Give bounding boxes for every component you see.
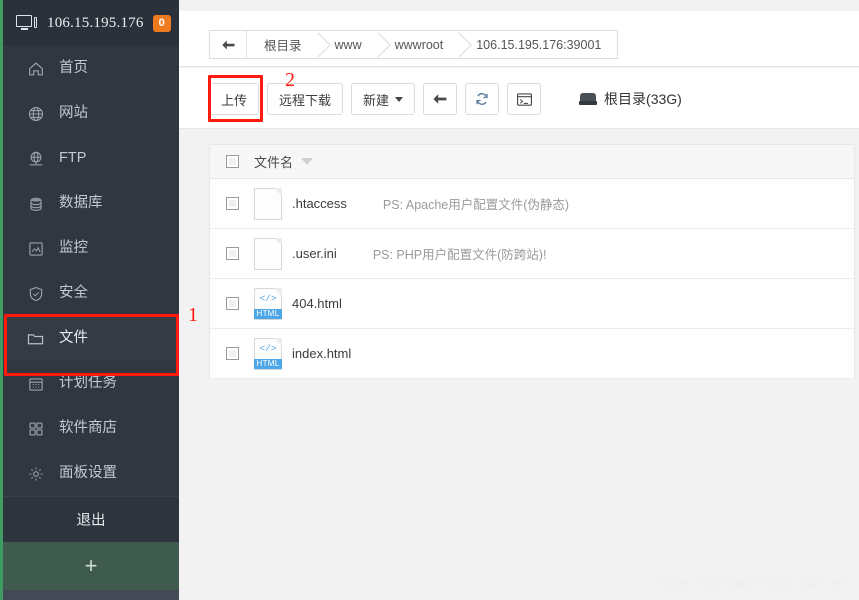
sidebar: 106.15.195.176 0 首页 网站 FTP 数据库 监控 安全 文件 …: [0, 0, 179, 600]
sidebar-item-label: FTP: [59, 150, 87, 167]
row-checkbox-cell[interactable]: [210, 297, 254, 310]
ftp-icon: [25, 148, 46, 169]
calendar-icon: [25, 373, 46, 394]
disk-usage-label: 根目录(33G): [579, 89, 682, 109]
sidebar-item-label: 面板设置: [59, 465, 117, 482]
host-address: 106.15.195.176: [47, 14, 144, 31]
remote-download-button[interactable]: 远程下载: [267, 83, 344, 115]
file-note: PS: Apache用户配置文件(伪静态): [382, 198, 570, 212]
disk-icon: [579, 92, 598, 106]
shield-icon: [25, 283, 46, 304]
html-file-icon-badge: HTML: [254, 358, 282, 369]
sidebar-item-app-store[interactable]: 软件商店: [3, 406, 179, 451]
sidebar-item-label: 计划任务: [59, 375, 117, 392]
chevron-down-icon: [395, 96, 404, 102]
sidebar-item-panel-settings[interactable]: 面板设置: [3, 451, 179, 496]
breadcrumb-bar: 根目录 www wwwroot 106.15.195.176:39001: [179, 11, 859, 67]
upload-button-label: 上传: [221, 92, 248, 108]
new-button[interactable]: 新建: [351, 83, 416, 115]
upload-button[interactable]: 上传: [209, 83, 260, 115]
row-checkbox-cell[interactable]: [210, 197, 254, 210]
table-row[interactable]: .user.ini PS: PHP用户配置文件(防跨站)!: [210, 229, 854, 279]
back-button[interactable]: [423, 83, 458, 115]
plus-icon: +: [84, 553, 98, 578]
sidebar-item-label: 安全: [59, 285, 88, 302]
refresh-button[interactable]: [465, 83, 500, 115]
breadcrumb-back-button[interactable]: [210, 31, 247, 58]
row-checkbox-cell[interactable]: [210, 347, 254, 360]
table-row[interactable]: </> HTML 404.html: [210, 279, 854, 329]
file-name[interactable]: 404.html: [292, 296, 342, 311]
row-checkbox[interactable]: [225, 297, 239, 310]
sidebar-footer-filler: [3, 590, 179, 600]
sidebar-item-label: 文件: [59, 330, 88, 347]
column-header-filename-label: 文件名: [254, 155, 294, 170]
blank-file-icon: [254, 187, 282, 220]
sidebar-item-label: 网站: [59, 105, 88, 122]
sidebar-item-cron[interactable]: 计划任务: [3, 361, 179, 406]
arrow-left-icon: [221, 40, 234, 49]
logout-button[interactable]: 退出: [3, 496, 179, 542]
arrow-left-icon: [433, 94, 447, 104]
breadcrumb-item-root[interactable]: 根目录: [247, 31, 318, 58]
add-button[interactable]: +: [3, 542, 179, 590]
sidebar-item-ftp[interactable]: FTP: [3, 136, 179, 181]
folder-icon: [25, 328, 46, 349]
home-icon: [25, 58, 46, 79]
html-file-icon-code: </>: [259, 342, 277, 354]
select-all-checkbox-cell[interactable]: [210, 155, 254, 168]
html-file-icon-code: </>: [259, 292, 277, 304]
sidebar-item-label: 首页: [59, 60, 88, 77]
table-row[interactable]: </> HTML index.html: [210, 329, 854, 379]
chart-monitor-icon: [25, 238, 46, 259]
sidebar-item-website[interactable]: 网站: [3, 91, 179, 136]
database-icon: [25, 193, 46, 214]
file-note: PS: PHP用户配置文件(防跨站)!: [372, 248, 547, 262]
sidebar-item-monitor[interactable]: 监控: [3, 226, 179, 271]
terminal-icon: [516, 92, 532, 106]
file-list-header: 文件名: [210, 145, 854, 179]
row-checkbox-cell[interactable]: [210, 247, 254, 260]
select-all-checkbox[interactable]: [225, 155, 239, 168]
host-notification-badge[interactable]: 0: [152, 14, 171, 32]
sidebar-item-database[interactable]: 数据库: [3, 181, 179, 226]
file-name[interactable]: .user.ini: [292, 246, 337, 261]
row-checkbox[interactable]: [225, 197, 239, 210]
sidebar-item-home[interactable]: 首页: [3, 46, 179, 91]
sidebar-item-label: 数据库: [59, 195, 103, 212]
file-name[interactable]: index.html: [292, 346, 351, 361]
html-file-icon: </> HTML: [254, 337, 282, 370]
main-content: 根目录 www wwwroot 106.15.195.176:39001 上传 …: [179, 0, 859, 600]
grid-apps-icon: [25, 418, 46, 439]
disk-usage-text: 根目录(33G): [604, 91, 682, 107]
sidebar-item-label: 软件商店: [59, 420, 117, 437]
table-row[interactable]: .htaccess PS: Apache用户配置文件(伪静态): [210, 179, 854, 229]
watermark: https://wongwoo.blog.csdn.net: [659, 575, 847, 590]
sidebar-item-files[interactable]: 文件: [3, 316, 179, 361]
html-file-icon: </> HTML: [254, 287, 282, 320]
sidebar-item-label: 监控: [59, 240, 88, 257]
logout-label: 退出: [76, 513, 106, 529]
refresh-icon: [476, 93, 488, 105]
blank-file-icon: [254, 237, 282, 270]
html-file-icon-badge: HTML: [254, 308, 282, 319]
breadcrumb-item-site[interactable]: 106.15.195.176:39001: [459, 31, 618, 58]
remote-download-button-label: 远程下载: [279, 92, 332, 108]
monitor-icon: [16, 14, 38, 32]
terminal-button[interactable]: [507, 83, 542, 115]
sidebar-header: 106.15.195.176 0: [3, 0, 179, 46]
row-checkbox[interactable]: [225, 347, 239, 360]
sort-descending-icon[interactable]: [301, 158, 314, 165]
globe-icon: [25, 103, 46, 124]
sidebar-item-security[interactable]: 安全: [3, 271, 179, 316]
column-header-filename[interactable]: 文件名: [254, 152, 314, 171]
file-name[interactable]: .htaccess: [292, 196, 347, 211]
new-button-label: 新建: [363, 92, 390, 108]
file-toolbar: 上传 远程下载 新建 根目录(33G): [179, 68, 859, 129]
breadcrumb: 根目录 www wwwroot 106.15.195.176:39001: [209, 30, 619, 59]
gear-icon: [25, 463, 46, 484]
row-checkbox[interactable]: [225, 247, 239, 260]
file-list-panel: 文件名 .htaccess PS: Apache用户配置文件(伪静态) .use…: [209, 144, 855, 379]
